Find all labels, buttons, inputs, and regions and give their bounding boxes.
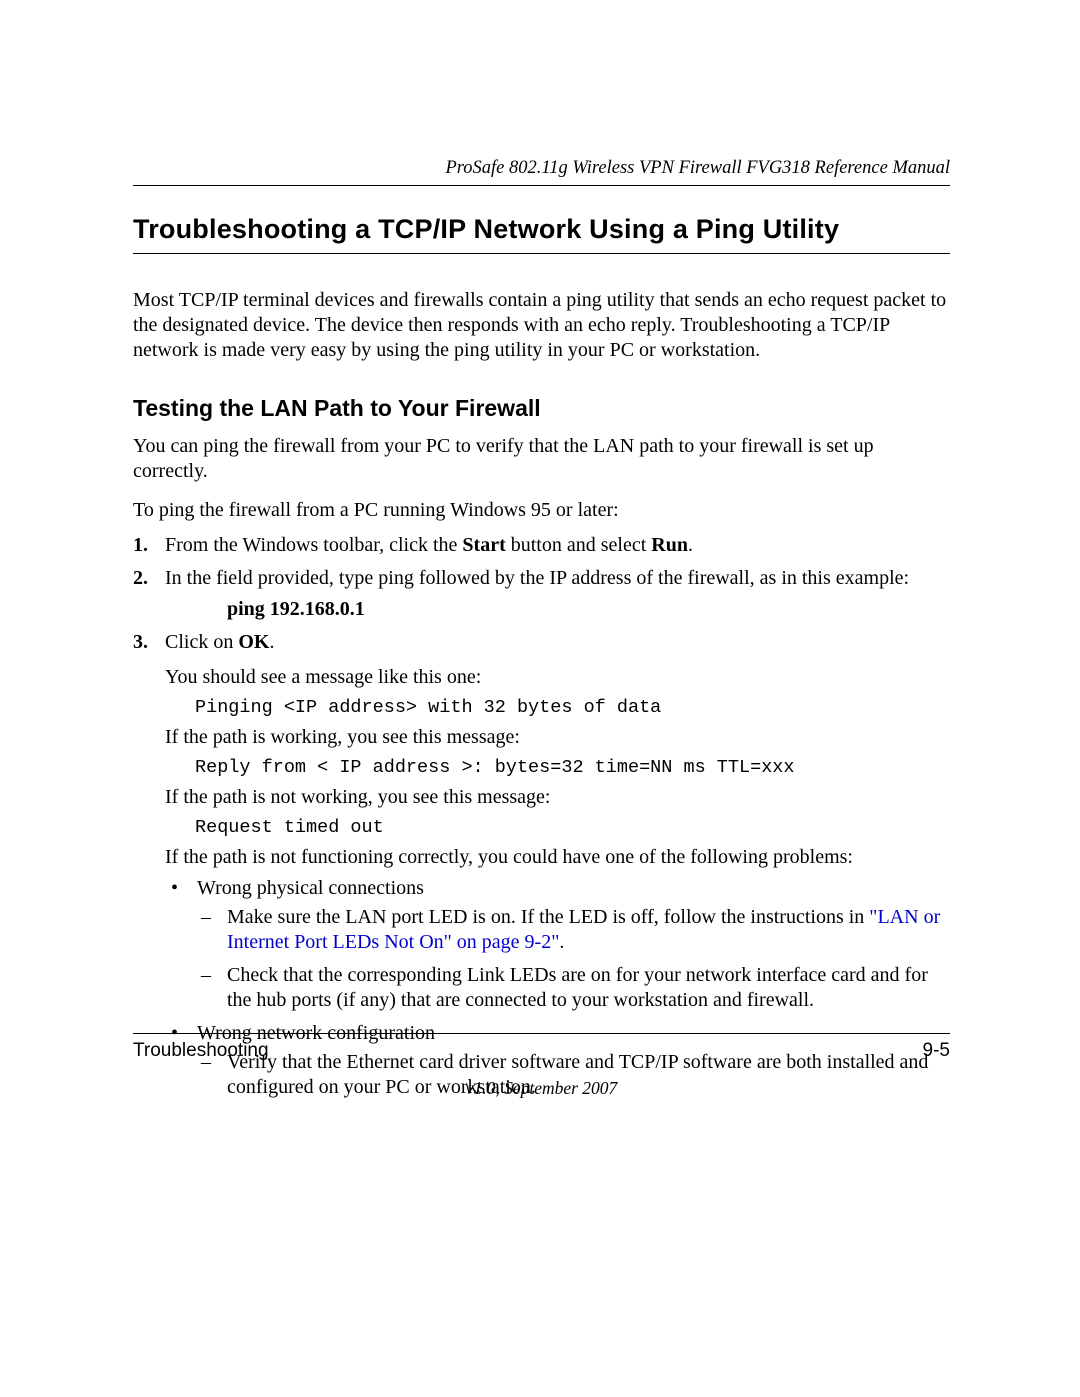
section-title: Troubleshooting a TCP/IP Network Using a…	[133, 214, 950, 245]
step-2-text: In the field provided, type ping followe…	[165, 567, 909, 589]
after3-p4: If the path is not functioning correctly…	[165, 845, 950, 870]
page: ProSafe 802.11g Wireless VPN Firewall FV…	[0, 0, 1080, 1397]
title-rule	[133, 253, 950, 254]
code-reply: Reply from < IP address >: bytes=32 time…	[195, 756, 950, 779]
header-rule	[133, 185, 950, 186]
subsection-title: Testing the LAN Path to Your Firewall	[133, 395, 950, 422]
footer-page-number: 9-5	[923, 1040, 950, 1062]
dash-physical-1-post: .	[559, 931, 564, 953]
step-1-bold-run: Run	[651, 534, 688, 556]
subsection-p2: To ping the firewall from a PC running W…	[133, 498, 950, 523]
dash-physical-1: Make sure the LAN port LED is on. If the…	[197, 905, 950, 955]
footer-rule	[133, 1033, 950, 1034]
footer-version: v1.0, September 2007	[133, 1078, 950, 1099]
step-1-text-pre: From the Windows toolbar, click the	[165, 534, 462, 556]
step-3-text-pre: Click on	[165, 631, 238, 653]
dash-physical-1-pre: Make sure the LAN port LED is on. If the…	[227, 906, 869, 928]
step-3-bold-ok: OK	[238, 631, 269, 653]
code-timeout: Request timed out	[195, 816, 950, 839]
step-2-command: ping 192.168.0.1	[227, 597, 950, 622]
after3-p2: If the path is working, you see this mes…	[165, 725, 950, 750]
after3-p3: If the path is not working, you see this…	[165, 785, 950, 810]
step-1-bold-start: Start	[462, 534, 505, 556]
step-1-text-post: .	[688, 534, 693, 556]
running-header: ProSafe 802.11g Wireless VPN Firewall FV…	[133, 158, 950, 179]
intro-paragraph: Most TCP/IP terminal devices and firewal…	[133, 288, 950, 363]
step-2-number: 2.	[133, 566, 148, 591]
dash-list-physical: Make sure the LAN port LED is on. If the…	[197, 905, 950, 1013]
subsection-p1: You can ping the firewall from your PC t…	[133, 434, 950, 484]
after3-p1: You should see a message like this one:	[165, 665, 950, 690]
step-3-text-post: .	[269, 631, 274, 653]
step-1-text-mid: button and select	[506, 534, 652, 556]
step-list: 1. From the Windows toolbar, click the S…	[133, 533, 950, 1100]
step-2: 2. In the field provided, type ping foll…	[133, 566, 950, 622]
bullet-physical: Wrong physical connections Make sure the…	[165, 876, 950, 1013]
step-3: 3. Click on OK. You should see a message…	[133, 630, 950, 1100]
step-3-number: 3.	[133, 630, 148, 655]
code-pinging: Pinging <IP address> with 32 bytes of da…	[195, 696, 950, 719]
footer: Troubleshooting 9-5 v1.0, September 2007	[133, 1033, 950, 1099]
footer-line: Troubleshooting 9-5	[133, 1040, 950, 1062]
step-1-number: 1.	[133, 533, 148, 558]
footer-section-name: Troubleshooting	[133, 1040, 269, 1062]
step-1: 1. From the Windows toolbar, click the S…	[133, 533, 950, 558]
bullet-physical-title: Wrong physical connections	[197, 877, 424, 899]
dash-physical-2: Check that the corresponding Link LEDs a…	[197, 963, 950, 1013]
